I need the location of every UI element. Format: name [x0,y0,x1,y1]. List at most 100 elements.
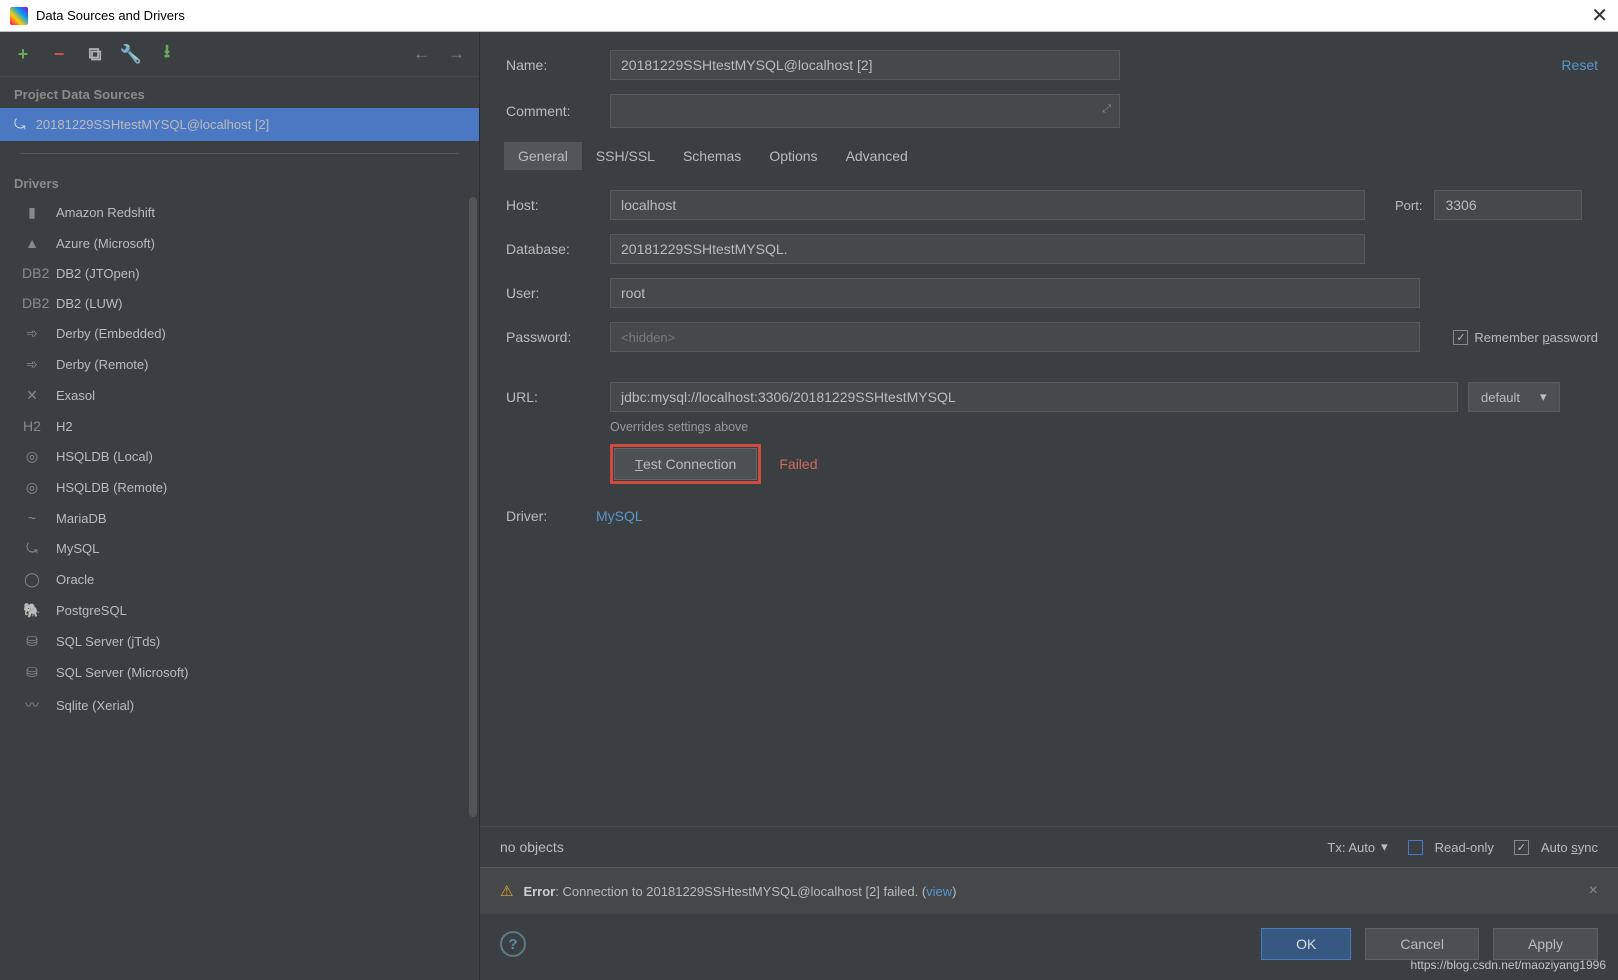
comment-label: Comment: [506,103,610,119]
driver-icon: ◎ [22,448,42,465]
window-titlebar: Data Sources and Drivers ✕ [0,0,1618,32]
driver-label: Azure (Microsoft) [56,236,155,251]
tab-advanced[interactable]: Advanced [832,142,922,170]
driver-icon: ◯ [22,571,42,588]
separator [20,153,459,154]
cancel-button[interactable]: Cancel [1365,928,1479,960]
driver-item[interactable]: 🐘 PostgreSQL [0,595,479,626]
driver-label: MySQL [56,541,99,556]
host-input[interactable] [610,190,1365,220]
error-text: : Connection to 20181229SSHtestMYSQL@loc… [555,884,926,899]
driver-link[interactable]: MySQL [596,508,643,524]
autosync-checkbox[interactable]: ✓Auto sync [1514,840,1598,855]
tx-mode-select[interactable]: Tx: Auto ▾ [1327,839,1387,855]
add-icon[interactable]: + [14,45,32,63]
driver-item[interactable]: ◯ Oracle [0,564,479,595]
forward-icon[interactable]: → [448,44,465,64]
tab-ssh-ssl[interactable]: SSH/SSL [582,142,669,170]
error-close-icon[interactable]: × [1589,882,1598,900]
help-icon[interactable]: ? [500,931,526,957]
tab-schemas[interactable]: Schemas [669,142,755,170]
driver-item[interactable]: H2H2 [0,411,479,441]
password-input[interactable]: <hidden> [610,322,1420,352]
driver-item[interactable]: ⛁ SQL Server (jTds) [0,626,479,657]
test-connection-highlight: Test Connection [610,444,761,484]
remove-icon[interactable]: − [50,45,68,63]
project-data-sources-header: Project Data Sources [0,77,479,108]
tab-options[interactable]: Options [755,142,831,170]
user-input[interactable] [610,278,1420,308]
tab-bar: GeneralSSH/SSLSchemasOptionsAdvanced [504,142,1598,170]
error-view-link[interactable]: view [926,884,952,899]
drivers-header: Drivers [0,166,479,197]
driver-icon: ✕ [22,387,42,404]
ok-button[interactable]: OK [1261,928,1351,960]
settings-icon[interactable]: 🔧 [122,45,140,63]
watermark: https://blog.csdn.net/maoziyang1996 [1411,958,1606,972]
reset-link[interactable]: Reset [1561,57,1598,73]
test-status: Failed [779,456,817,472]
name-label: Name: [506,57,610,73]
driver-icon: ▮ [22,204,42,221]
driver-label: Driver: [506,508,596,524]
driver-item[interactable]: ◎HSQLDB (Remote) [0,472,479,503]
readonly-checkbox[interactable]: Read-only [1408,840,1494,855]
driver-item[interactable]: ⤿ MySQL [0,533,479,564]
driver-item[interactable]: ◎HSQLDB (Local) [0,441,479,472]
main-panel: Name: Reset Comment: ⤢ GeneralSSH/SSLSch… [480,32,1618,980]
driver-item[interactable]: ✕Exasol [0,380,479,411]
bottom-bar: no objects Tx: Auto ▾ Read-only ✓Auto sy… [480,826,1618,867]
expand-icon[interactable]: ⤢ [1102,103,1111,116]
window-close-icon[interactable]: ✕ [1591,3,1608,28]
tab-general[interactable]: General [504,142,582,170]
driver-label: H2 [56,419,73,434]
url-input[interactable] [610,382,1458,412]
driver-item[interactable]: ➾Derby (Embedded) [0,318,479,349]
driver-label: SQL Server (Microsoft) [56,665,188,680]
driver-icon: ➾ [22,356,42,373]
import-icon[interactable]: ⭳ [158,45,176,63]
driver-label: SQL Server (jTds) [56,634,160,649]
driver-icon: ⛁ [22,633,42,650]
port-label: Port: [1395,198,1422,213]
driver-label: HSQLDB (Remote) [56,480,167,495]
url-mode-select[interactable]: default ▾ [1468,382,1560,412]
error-label: Error [523,884,555,899]
driver-item[interactable]: ➾Derby (Remote) [0,349,479,380]
comment-input[interactable]: ⤢ [610,94,1120,128]
driver-item[interactable]: ▮Amazon Redshift [0,197,479,228]
driver-icon: ▲ [22,235,42,251]
driver-icon: 〰 [22,695,42,715]
driver-label: Oracle [56,572,94,587]
datasource-item[interactable]: ⤿ 20181229SSHtestMYSQL@localhost [2] [0,108,479,141]
port-input[interactable] [1434,190,1582,220]
driver-icon: ~ [22,510,42,526]
test-connection-button[interactable]: Test Connection [614,448,757,480]
driver-icon: ⤿ [22,540,42,557]
driver-label: Derby (Embedded) [56,326,166,341]
driver-label: PostgreSQL [56,603,127,618]
driver-item[interactable]: ▲ Azure (Microsoft) [0,228,479,258]
driver-item[interactable]: DB2DB2 (LUW) [0,288,479,318]
driver-item[interactable]: ⛁SQL Server (Microsoft) [0,657,479,688]
user-label: User: [506,285,610,301]
apply-button[interactable]: Apply [1493,928,1598,960]
back-icon[interactable]: ← [413,44,430,64]
sidebar-toolbar: + − ⧉ 🔧 ⭳ ← → [0,32,479,77]
scrollbar-thumb[interactable] [469,197,477,817]
remember-password-checkbox[interactable]: ✓ Remember password [1453,330,1598,345]
copy-icon[interactable]: ⧉ [86,45,104,63]
driver-item[interactable]: 〰Sqlite (Xerial) [0,688,479,722]
error-bar: ⚠ Error: Connection to 20181229SSHtestMY… [480,867,1618,914]
driver-icon: DB2 [22,265,42,281]
overrides-note: Overrides settings above [610,420,1598,434]
no-objects-label: no objects [500,839,564,855]
sidebar: + − ⧉ 🔧 ⭳ ← → Project Data Sources ⤿ 201… [0,32,480,980]
driver-item[interactable]: DB2 DB2 (JTOpen) [0,258,479,288]
driver-label: DB2 (LUW) [56,296,122,311]
database-input[interactable] [610,234,1365,264]
driver-label: DB2 (JTOpen) [56,266,140,281]
driver-icon: 🐘 [22,602,42,619]
driver-item[interactable]: ~MariaDB [0,503,479,533]
name-input[interactable] [610,50,1120,80]
